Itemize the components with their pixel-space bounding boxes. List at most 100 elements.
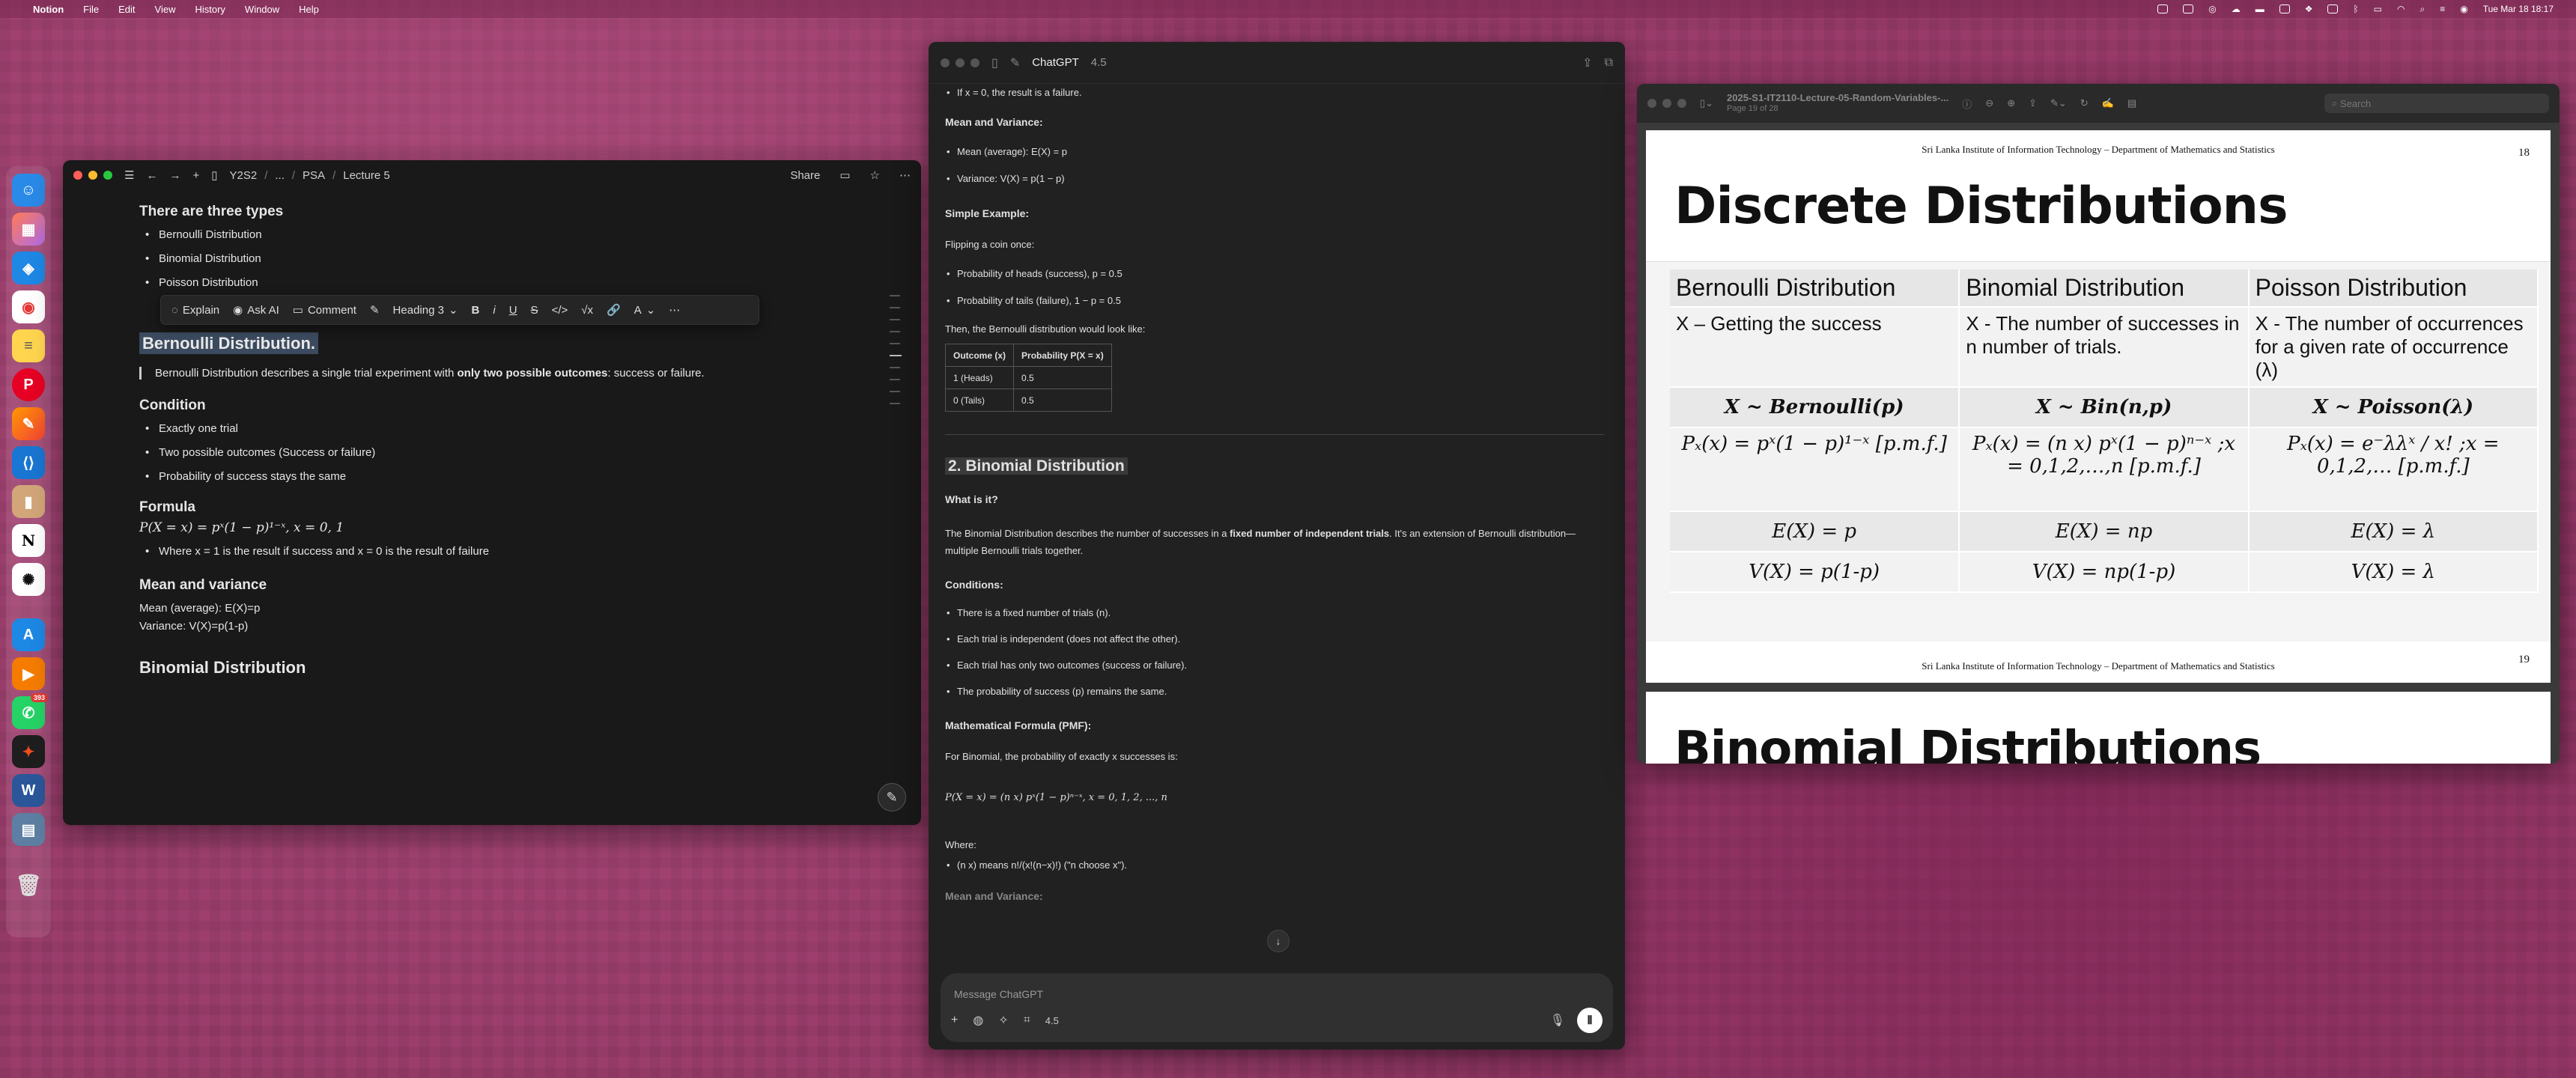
status-icon-4[interactable]: ☁ xyxy=(2232,4,2241,14)
scroll-down-button[interactable]: ↓ xyxy=(1267,930,1289,952)
more-icon[interactable]: ⋯ xyxy=(899,168,911,182)
share-icon[interactable]: ⇪ xyxy=(1582,55,1592,70)
minimize-button[interactable] xyxy=(1662,99,1671,108)
battery-icon[interactable]: ▭ xyxy=(2374,4,2382,14)
menu-view[interactable]: View xyxy=(155,4,176,15)
keyboard-icon[interactable] xyxy=(2327,4,2339,13)
figma-icon[interactable]: ✦ xyxy=(12,735,45,768)
link-icon[interactable]: 🔗 xyxy=(607,303,621,317)
notebook-icon[interactable]: ▮ xyxy=(12,485,45,518)
forward-arrow-icon[interactable]: → xyxy=(169,169,180,182)
pages-icon[interactable]: ✎ xyxy=(12,407,45,440)
zoom-out-icon[interactable]: ⊖ xyxy=(1985,97,1993,109)
voice-mode-button[interactable]: ⦀ xyxy=(1577,1008,1603,1033)
message-composer[interactable]: Message ChatGPT + ◍ ✧ ⌗ 4.5 🎙 ⦀ xyxy=(941,973,1613,1042)
model-selector[interactable]: 4.5 xyxy=(1091,56,1107,69)
italic-button[interactable]: i xyxy=(493,304,495,317)
breadcrumb-item[interactable]: ... xyxy=(275,169,285,182)
status-icon-3[interactable]: ◎ xyxy=(2208,4,2216,14)
menu-help[interactable]: Help xyxy=(299,4,319,15)
close-button[interactable] xyxy=(1647,99,1656,108)
word-icon[interactable]: W xyxy=(12,774,45,807)
pinterest-icon[interactable]: P xyxy=(12,368,45,401)
new-page-icon[interactable]: + xyxy=(192,169,199,182)
app-store-icon[interactable]: A xyxy=(12,618,45,651)
ask-ai-button[interactable]: ◉ Ask AI xyxy=(233,303,279,317)
safari-icon[interactable]: ◈ xyxy=(12,252,45,284)
text-color-button[interactable]: A ⌄ xyxy=(634,303,656,317)
status-icon-6[interactable] xyxy=(2279,4,2290,13)
notion-icon[interactable]: N xyxy=(12,524,45,557)
vscode-icon[interactable]: ⟨⟩ xyxy=(12,446,45,479)
explain-button[interactable]: ◌ Explain xyxy=(171,304,219,317)
breadcrumb-item[interactable]: PSA xyxy=(303,169,325,182)
heading-binomial[interactable]: Binomial Distribution xyxy=(139,658,888,677)
list-item[interactable]: Two possible outcomes (Success or failur… xyxy=(139,441,888,465)
clock[interactable]: Tue Mar 18 18:17 xyxy=(2483,4,2554,14)
bluetooth-icon[interactable]: ᛒ xyxy=(2353,4,2358,14)
new-chat-icon[interactable]: ✎ xyxy=(1010,55,1020,70)
breadcrumb-item[interactable]: Lecture 5 xyxy=(343,169,390,182)
heading-three-types[interactable]: There are three types xyxy=(139,204,888,220)
menu-window[interactable]: Window xyxy=(245,4,279,15)
sidebar-icon[interactable]: ▯ xyxy=(991,55,998,70)
finder-icon[interactable]: ☺ xyxy=(12,174,45,207)
mean-text[interactable]: Mean (average): E(X)=p xyxy=(139,600,888,618)
underline-button[interactable]: U xyxy=(509,304,517,317)
heading-formula[interactable]: Formula xyxy=(139,499,888,516)
minimize-button[interactable] xyxy=(956,58,965,67)
favorite-star-icon[interactable]: ☆ xyxy=(870,168,880,182)
quote-block[interactable]: Bernoulli Distribution describes a singl… xyxy=(139,367,888,380)
menu-edit[interactable]: Edit xyxy=(118,4,135,15)
search-field[interactable]: ⌕ Search xyxy=(2324,94,2549,113)
share-button[interactable]: Share xyxy=(790,169,820,182)
microphone-icon[interactable]: 🎙 xyxy=(1550,1013,1565,1028)
zoom-button[interactable] xyxy=(970,58,979,67)
status-icon-7[interactable]: ❖ xyxy=(2305,4,2313,14)
media-icon[interactable]: ▶ xyxy=(12,657,45,690)
popout-icon[interactable]: ⧉ xyxy=(1605,56,1613,70)
info-icon[interactable]: ⓘ xyxy=(1962,97,1972,111)
list-item[interactable]: Bernoulli Distribution xyxy=(139,223,888,247)
menu-file[interactable]: File xyxy=(83,4,99,15)
zoom-button[interactable] xyxy=(1677,99,1686,108)
chatgpt-icon[interactable]: ✺ xyxy=(12,563,45,596)
equation-button[interactable]: √x xyxy=(581,304,593,317)
sidebar-icon[interactable]: ▯⌄ xyxy=(1700,97,1713,109)
comment-button[interactable]: ▭ Comment xyxy=(293,303,356,317)
message-input[interactable]: Message ChatGPT xyxy=(954,988,1043,1000)
plus-icon[interactable]: + xyxy=(951,1014,958,1027)
list-item[interactable]: Probability of success stays the same xyxy=(139,465,888,489)
heading-mean-variance[interactable]: Mean and variance xyxy=(139,577,888,594)
model-label[interactable]: 4.5 xyxy=(1045,1015,1059,1026)
sidebar-toggle-icon[interactable]: ☰ xyxy=(124,168,134,182)
trash-icon[interactable]: 🗑 xyxy=(12,868,45,901)
bold-button[interactable]: B xyxy=(472,304,480,317)
list-item[interactable]: Poisson Distribution xyxy=(139,271,888,295)
page-outline[interactable] xyxy=(890,295,902,404)
launchpad-icon[interactable]: ▦ xyxy=(12,213,45,246)
heading-condition[interactable]: Condition xyxy=(139,398,888,414)
share-icon[interactable]: ⇪ xyxy=(2029,97,2037,109)
reason-icon[interactable]: ✧ xyxy=(998,1013,1008,1028)
menu-app-name[interactable]: Notion xyxy=(33,4,64,15)
back-arrow-icon[interactable]: ← xyxy=(146,169,157,182)
status-icon-5[interactable]: ▬ xyxy=(2255,4,2264,14)
close-button[interactable] xyxy=(73,171,82,180)
tools-icon[interactable]: ⌗ xyxy=(1024,1014,1030,1027)
list-item[interactable]: Where x = 1 is the result if success and… xyxy=(139,540,888,564)
zoom-button[interactable] xyxy=(103,171,112,180)
siri-icon[interactable]: ◉ xyxy=(2460,4,2467,14)
status-icon-2[interactable] xyxy=(2183,4,2194,13)
more-icon[interactable]: ⋯ xyxy=(669,303,680,317)
edit-icon[interactable]: ✎ xyxy=(370,303,380,317)
chrome-icon[interactable]: ◉ xyxy=(12,290,45,323)
strikethrough-button[interactable]: S xyxy=(531,304,538,317)
minimize-button[interactable] xyxy=(88,171,97,180)
variance-text[interactable]: Variance: V(X)=p(1-p) xyxy=(139,618,888,636)
zoom-in-icon[interactable]: ⊕ xyxy=(2007,97,2015,109)
markup-icon[interactable]: ✍ xyxy=(2102,97,2114,109)
notes-icon[interactable]: ≡ xyxy=(12,329,45,362)
control-center-icon[interactable]: ≡ xyxy=(2440,4,2445,14)
whatsapp-icon[interactable]: ✆ 393 xyxy=(12,693,48,729)
